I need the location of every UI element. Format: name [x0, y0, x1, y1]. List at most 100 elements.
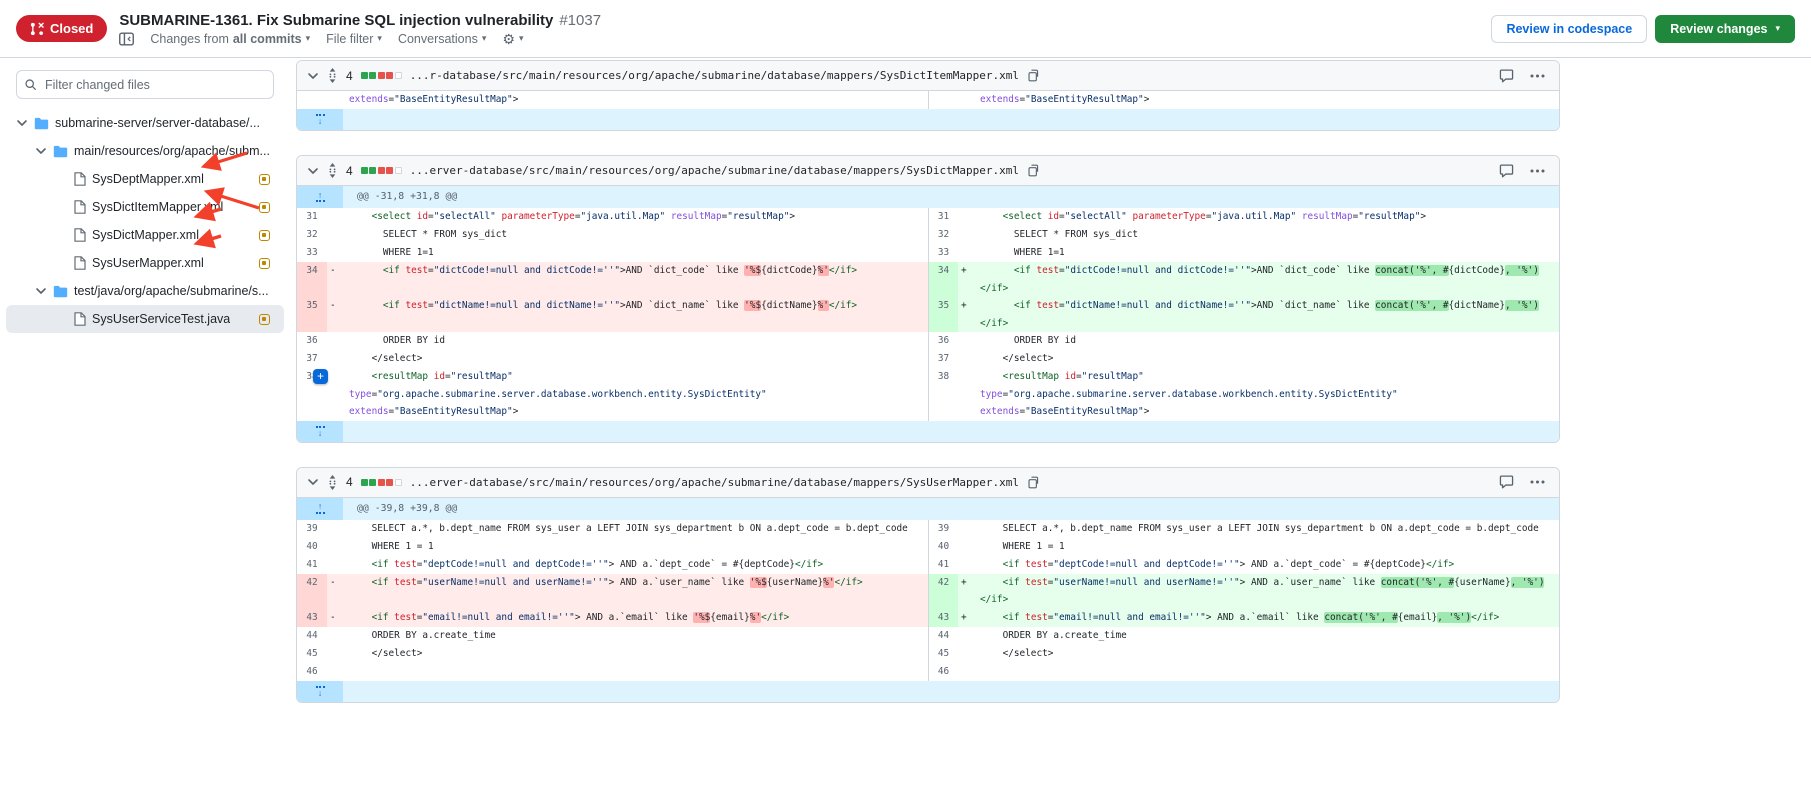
expand-hunk-button[interactable]: ↑ — [297, 498, 343, 520]
code-line: SELECT * FROM sys_dict — [343, 226, 928, 244]
file-options-button[interactable] — [1530, 74, 1545, 78]
code-line: ORDER BY id — [974, 332, 1559, 350]
add-comment-button[interactable]: + — [313, 369, 328, 384]
diff-settings-dropdown[interactable]: ⚙ ▾ — [502, 32, 523, 46]
tree-file-sysusermapper-xml[interactable]: SysUserMapper.xml — [6, 249, 284, 277]
line-number[interactable]: 39 — [928, 520, 958, 538]
file-options-button[interactable] — [1530, 169, 1545, 173]
review-in-codespace-button[interactable]: Review in codespace — [1491, 15, 1647, 43]
line-number[interactable]: 32 — [297, 226, 327, 244]
line-number[interactable]: 35 — [297, 297, 327, 332]
diff-sign — [958, 538, 974, 556]
drag-handle[interactable] — [327, 163, 338, 178]
file-icon — [74, 256, 86, 270]
drag-handle[interactable] — [327, 68, 338, 83]
pr-status-badge: Closed — [16, 15, 107, 42]
code-line: </select> — [974, 645, 1559, 663]
line-number[interactable]: 38 — [928, 368, 958, 421]
file-path: ...r-database/src/main/resources/org/apa… — [410, 69, 1019, 82]
comment-icon — [1499, 475, 1514, 489]
tree-item-label: SysDeptMapper.xml — [92, 172, 204, 186]
line-number[interactable]: 34 — [928, 262, 958, 297]
line-number[interactable]: 41 — [928, 556, 958, 574]
line-number[interactable] — [297, 91, 327, 109]
diff-panel-1: 4...r-database/src/main/resources/org/ap… — [296, 60, 1560, 131]
tree-folder-test-java-org-apache-submarine-s-[interactable]: test/java/org/apache/submarine/s... — [6, 277, 284, 305]
changes-from-dropdown[interactable]: Changes from all commits ▾ — [150, 32, 310, 46]
comment-button[interactable] — [1499, 475, 1514, 489]
diff-sign — [958, 663, 974, 681]
copy-icon — [1027, 476, 1040, 489]
pr-number: #1037 — [559, 12, 601, 29]
comment-button[interactable] — [1499, 69, 1514, 83]
diff-sign — [958, 208, 974, 226]
tree-folder-main-resources-org-apache-subm-[interactable]: main/resources/org/apache/subm... — [6, 137, 284, 165]
line-number[interactable]: 40 — [297, 538, 327, 556]
line-number[interactable]: 43 — [928, 609, 958, 627]
line-number[interactable]: 37 — [928, 350, 958, 368]
line-number[interactable]: 33 — [928, 244, 958, 262]
line-number[interactable]: 45 — [928, 645, 958, 663]
file-filter-dropdown[interactable]: File filter ▾ — [326, 32, 382, 46]
tree-item-label: SysDictMapper.xml — [92, 228, 199, 242]
line-number[interactable]: 43 — [297, 609, 327, 627]
tree-file-sysuserservicetest-java[interactable]: SysUserServiceTest.java — [6, 305, 284, 333]
line-number[interactable]: 31 — [297, 208, 327, 226]
line-number[interactable]: 31 — [928, 208, 958, 226]
diff-sign — [327, 663, 343, 681]
diff-sign — [958, 244, 974, 262]
expand-down-button[interactable]: ↓ — [297, 421, 343, 442]
tree-file-sysdeptmapper-xml[interactable]: SysDeptMapper.xml — [6, 165, 284, 193]
line-number[interactable]: 44 — [928, 627, 958, 645]
file-options-button[interactable] — [1530, 480, 1545, 484]
line-number[interactable]: 36 — [297, 332, 327, 350]
comment-button[interactable] — [1499, 164, 1514, 178]
diff-sign — [958, 627, 974, 645]
line-number[interactable]: 35 — [928, 297, 958, 332]
line-number[interactable]: 33 — [297, 244, 327, 262]
tree-file-sysdictitemmapper-xml[interactable]: SysDictItemMapper.xml — [6, 193, 284, 221]
line-number[interactable]: 45 — [297, 645, 327, 663]
file-tree: submarine-server/server-database/...main… — [0, 109, 290, 333]
toggle-file-tree-button[interactable] — [119, 32, 134, 46]
collapse-diff-button[interactable] — [307, 165, 319, 177]
tree-file-sysdictmapper-xml[interactable]: SysDictMapper.xml — [6, 221, 284, 249]
line-number[interactable]: 39 — [297, 520, 327, 538]
diff-sign — [958, 645, 974, 663]
chevron-down-icon: ▾ — [377, 33, 382, 44]
copy-path-button[interactable] — [1027, 69, 1040, 82]
tree-folder-submarine-server-server-database-[interactable]: submarine-server/server-database/... — [6, 109, 284, 137]
collapse-diff-button[interactable] — [307, 476, 319, 488]
copy-path-button[interactable] — [1027, 164, 1040, 177]
line-number[interactable]: 44 — [297, 627, 327, 645]
diff-file-header: 4...erver-database/src/main/resources/or… — [297, 156, 1559, 186]
chevron-down-icon: ▾ — [1775, 23, 1780, 34]
review-changes-button[interactable]: Review changes ▾ — [1655, 15, 1795, 43]
expand-down-button[interactable]: ↓ — [297, 681, 343, 702]
line-number[interactable]: 46 — [297, 663, 327, 681]
copy-path-button[interactable] — [1027, 476, 1040, 489]
expand-hunk-button[interactable]: ↑ — [297, 186, 343, 208]
line-number[interactable]: 34 — [297, 262, 327, 297]
line-number[interactable]: 46 — [928, 663, 958, 681]
diff-sign — [958, 520, 974, 538]
code-line: ORDER BY a.create_time — [343, 627, 928, 645]
collapse-diff-button[interactable] — [307, 70, 319, 82]
line-number[interactable] — [928, 91, 958, 109]
line-number[interactable]: 42 — [297, 574, 327, 609]
diff-row: 35- <if test="dictName!=null and dictNam… — [297, 297, 1559, 332]
line-number[interactable]: 42 — [928, 574, 958, 609]
code-line: WHERE 1 = 1 — [343, 538, 928, 556]
diff-sign — [327, 538, 343, 556]
line-number[interactable]: 38+ — [297, 368, 327, 421]
drag-handle[interactable] — [327, 475, 338, 490]
line-number[interactable]: 41 — [297, 556, 327, 574]
expand-down-button[interactable]: ↓ — [297, 109, 343, 130]
filter-changed-files-input[interactable] — [16, 70, 274, 99]
line-number[interactable]: 40 — [928, 538, 958, 556]
code-line: <if test="userName!=null and userName!='… — [343, 574, 928, 609]
line-number[interactable]: 37 — [297, 350, 327, 368]
conversations-dropdown[interactable]: Conversations ▾ — [398, 32, 486, 46]
line-number[interactable]: 36 — [928, 332, 958, 350]
line-number[interactable]: 32 — [928, 226, 958, 244]
